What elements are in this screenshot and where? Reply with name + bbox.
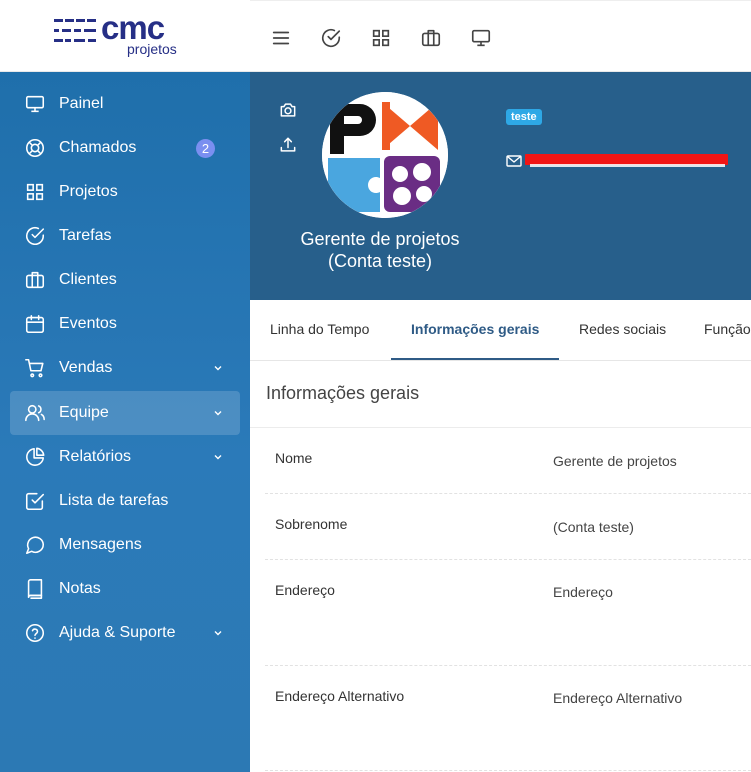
profile-name-line1: Gerente de projetos [300,229,460,249]
users-icon [24,402,46,424]
sidebar-item-projetos[interactable]: Projetos [10,170,240,214]
sidebar-item-mensagens[interactable]: Mensagens [10,523,240,567]
help-icon [24,622,46,644]
sidebar-item-equipe[interactable]: Equipe [10,391,240,435]
sidebar-item-label: Chamados [59,139,137,156]
sidebar-item-label: Ajuda & Suporte [59,624,176,641]
sidebar-item-painel[interactable]: Painel [10,82,240,126]
pie-chart-icon [24,446,46,468]
row-divider [265,559,751,560]
sidebar-item-label: Painel [59,95,104,112]
profile-name-line2: (Conta teste) [327,251,433,271]
cart-icon [24,357,46,379]
lifebuoy-icon [24,137,46,159]
chamados-count-badge: 2 [196,139,215,158]
sidebar-item-vendas[interactable]: Vendas [10,346,240,390]
chevron-down-icon [212,406,224,418]
sidebar: Painel Chamados 2 Projetos Tarefas Clien… [0,72,250,772]
sidebar-item-notas[interactable]: Notas [10,567,240,611]
chevron-down-icon [212,626,224,638]
sidebar-item-relatorios[interactable]: Relatórios [10,435,240,479]
field-value-sobrenome: (Conta teste) [553,519,634,535]
monitor-icon [24,93,46,115]
monitor-icon[interactable] [470,27,492,49]
sidebar-item-label: Relatórios [59,448,132,465]
brand-logo[interactable]: cmc projetos [0,0,250,72]
sidebar-item-tarefas[interactable]: Tarefas [10,214,240,258]
grid-icon[interactable] [370,27,392,49]
row-divider [265,665,751,666]
logo-subtitle: projetos [127,41,177,57]
sidebar-item-label: Mensagens [59,536,142,553]
row-divider [265,770,751,771]
profile-name: Gerente de projetos (Conta teste) [280,228,480,272]
camera-icon[interactable] [278,100,298,120]
chevron-down-icon [212,450,224,462]
briefcase-icon[interactable] [420,27,442,49]
book-icon [24,578,46,600]
sidebar-item-label: Vendas [59,359,113,376]
sidebar-item-clientes[interactable]: Clientes [10,258,240,302]
upload-icon[interactable] [278,135,298,155]
profile-header: Gerente de projetos (Conta teste) teste [250,72,751,300]
sidebar-item-label: Notas [59,580,101,597]
check-circle-icon [24,225,46,247]
sidebar-item-label: Equipe [59,404,109,421]
sidebar-item-label: Eventos [59,315,117,332]
menu-icon[interactable] [270,27,292,49]
grid-icon [24,181,46,203]
field-label-endereco: Endereço [275,582,335,598]
row-divider [265,493,751,494]
check-square-icon [24,490,46,512]
profile-tag-badge: teste [506,109,542,125]
message-icon [24,534,46,556]
app-root: cmc projetos Painel Chamados 2 Projetos … [0,0,751,772]
logo-lines-icon [54,19,96,42]
sidebar-item-label: Tarefas [59,227,112,244]
sidebar-item-eventos[interactable]: Eventos [10,302,240,346]
mail-icon [506,154,522,168]
field-label-sobrenome: Sobrenome [275,516,348,532]
check-circle-icon[interactable] [320,27,342,49]
field-label-endereco-alternativo: Endereço Alternativo [275,688,405,704]
tab-informacoes-gerais[interactable]: Informações gerais [411,321,539,337]
tab-funcao[interactable]: Função [704,321,751,337]
avatar[interactable] [322,92,448,218]
sidebar-item-label: Clientes [59,271,117,288]
sidebar-item-lista-de-tarefas[interactable]: Lista de tarefas [10,479,240,523]
avatar-logo-image [322,92,448,218]
redacted-email-underline [530,164,725,167]
field-value-endereco-alternativo: Endereço Alternativo [553,690,683,706]
top-toolbar [250,0,751,72]
sidebar-item-ajuda-suporte[interactable]: Ajuda & Suporte [10,611,240,655]
calendar-icon [24,313,46,335]
profile-tabs: Linha do Tempo Informações gerais Redes … [250,300,751,361]
sidebar-item-label: Projetos [59,183,118,200]
field-value-nome: Gerente de projetos [553,453,677,469]
field-label-nome: Nome [275,450,313,466]
tab-redes-sociais[interactable]: Redes sociais [579,321,666,337]
active-tab-underline [391,358,559,360]
sidebar-item-label: Lista de tarefas [59,492,169,509]
section-title: Informações gerais [266,383,420,403]
section-divider [250,427,751,428]
field-value-endereco: Endereço [553,584,613,600]
briefcase-icon [24,269,46,291]
tab-linha-do-tempo[interactable]: Linha do Tempo [270,321,369,337]
chevron-down-icon [212,361,224,373]
